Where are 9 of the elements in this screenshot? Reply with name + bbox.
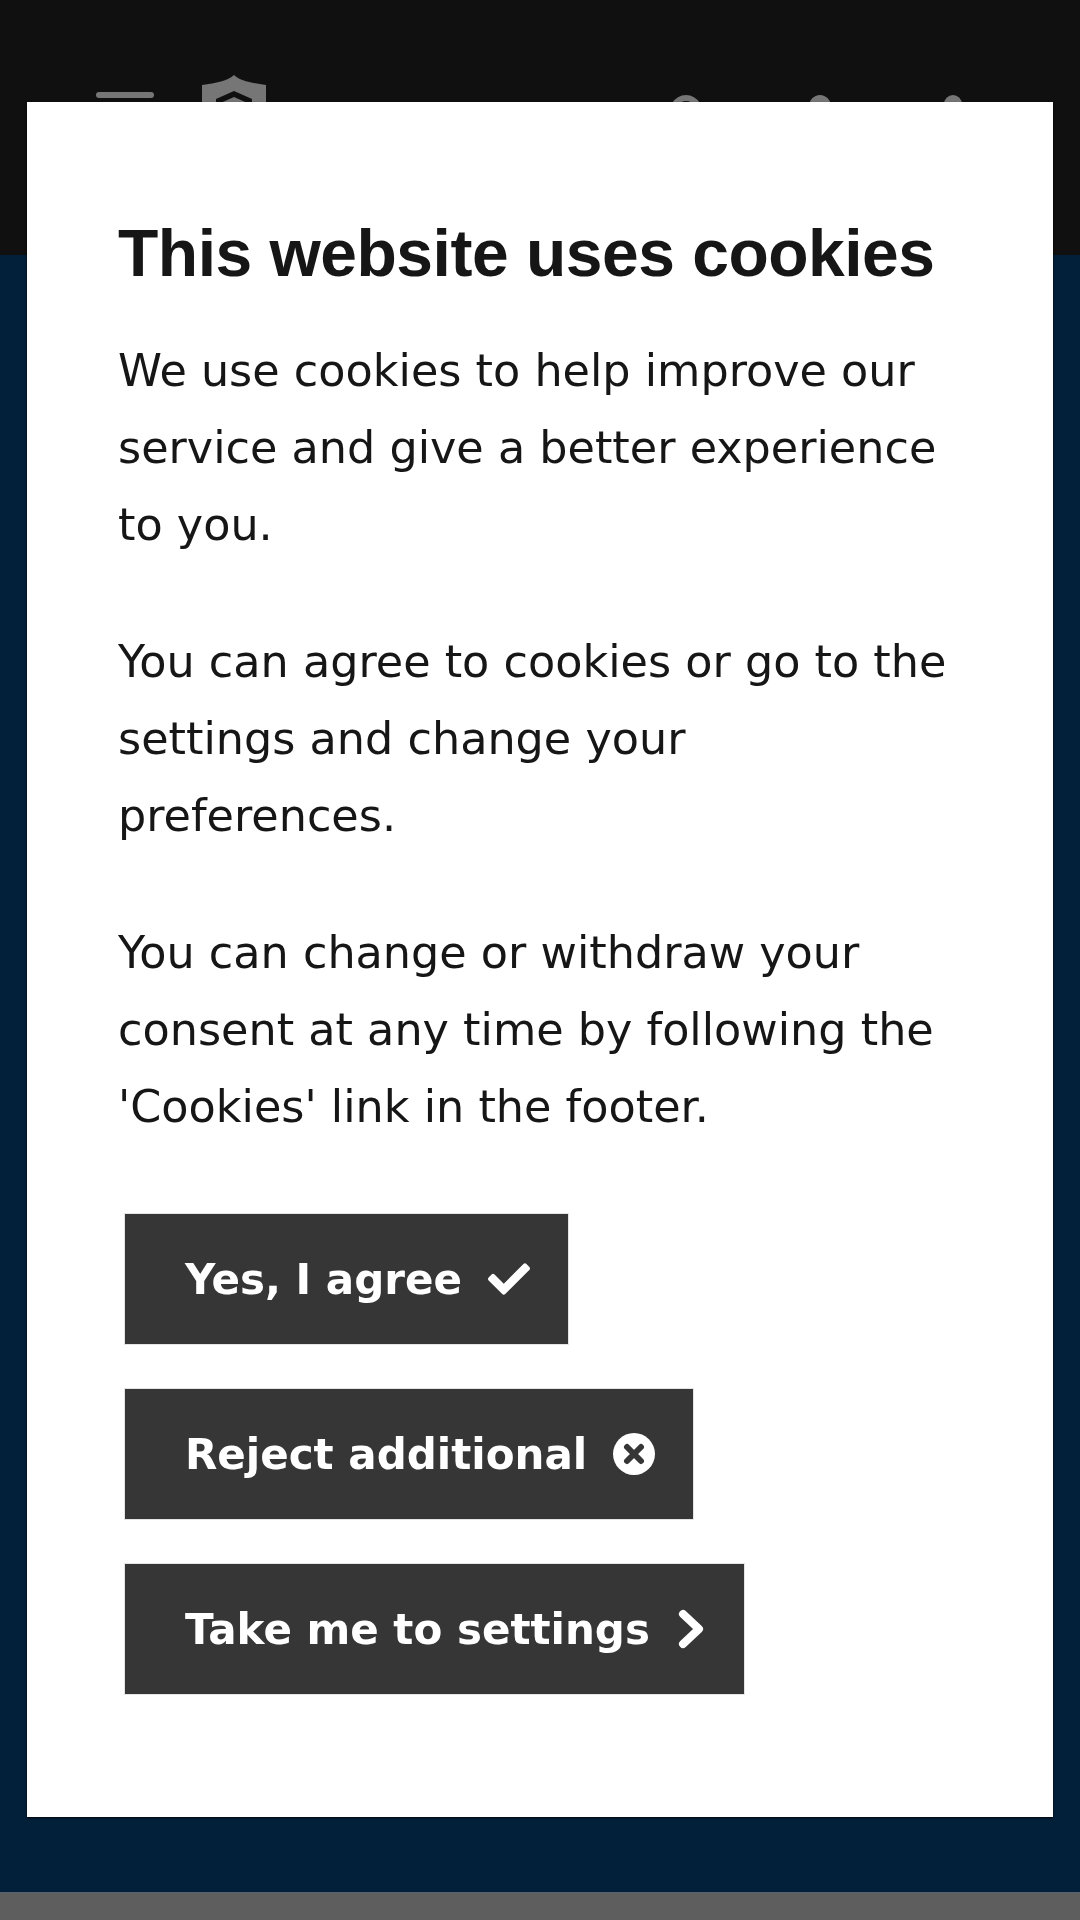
dialog-text: You can change or withdraw your consent at any time by following the 'Cookies' link in the footer.	[118, 926, 935, 1134]
reject-button[interactable]: Reject additional	[124, 1388, 695, 1520]
circle-x-icon	[613, 1433, 656, 1475]
dialog-text: We use cookies to help improve our service and give a better experience to you.	[118, 344, 938, 552]
check-icon	[487, 1263, 530, 1295]
dialog-title: This website uses cookies	[118, 215, 935, 292]
dialog-text: You can agree to cookies or go to the settings and change your preferences.	[118, 635, 948, 843]
settings-button[interactable]: Take me to settings	[124, 1563, 745, 1695]
agree-button[interactable]: Yes, I agree	[124, 1213, 569, 1345]
